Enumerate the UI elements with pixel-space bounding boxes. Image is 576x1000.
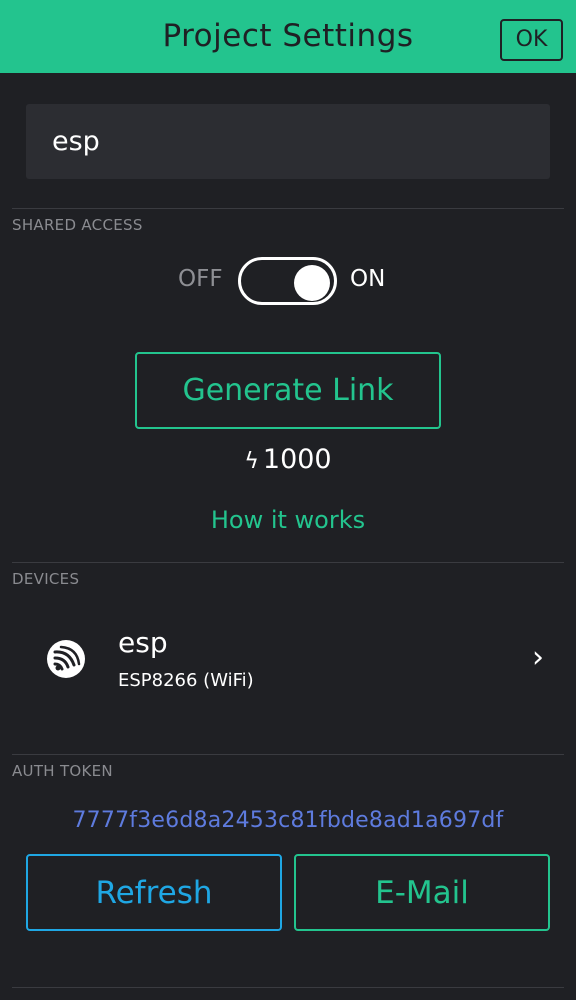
how-it-works-link[interactable]: How it works (0, 506, 576, 534)
project-name-input[interactable]: esp (26, 104, 550, 179)
divider (12, 754, 564, 755)
bolt-icon: ϟ (244, 449, 259, 474)
generate-link-button[interactable]: Generate Link (135, 352, 441, 429)
shared-access-toggle[interactable] (238, 257, 337, 305)
divider (12, 208, 564, 209)
email-button[interactable]: E-Mail (294, 854, 550, 931)
ok-button[interactable]: OK (500, 19, 563, 61)
auth-token-label: AUTH TOKEN (12, 762, 113, 780)
project-name-value: esp (52, 126, 100, 157)
page-title: Project Settings (162, 18, 414, 54)
divider (12, 987, 564, 988)
espressif-logo-icon (47, 640, 85, 678)
refresh-button[interactable]: Refresh (26, 854, 282, 931)
header-bar: Project Settings OK (0, 0, 576, 73)
energy-cost: ϟ 1000 (0, 444, 576, 475)
device-type: ESP8266 (WiFi) (118, 670, 254, 691)
chevron-right-icon: › (532, 640, 544, 675)
auth-token-value[interactable]: 7777f3e6d8a2453c81fbde8ad1a697df (0, 808, 576, 833)
toggle-off-label: OFF (178, 266, 223, 292)
divider (12, 562, 564, 563)
device-name: esp (118, 626, 168, 659)
devices-label: DEVICES (12, 570, 80, 588)
energy-value: 1000 (262, 444, 332, 475)
toggle-knob (294, 265, 330, 301)
shared-access-label: SHARED ACCESS (12, 216, 143, 234)
device-row[interactable]: esp ESP8266 (WiFi) › (0, 600, 576, 720)
toggle-on-label: ON (350, 266, 386, 292)
